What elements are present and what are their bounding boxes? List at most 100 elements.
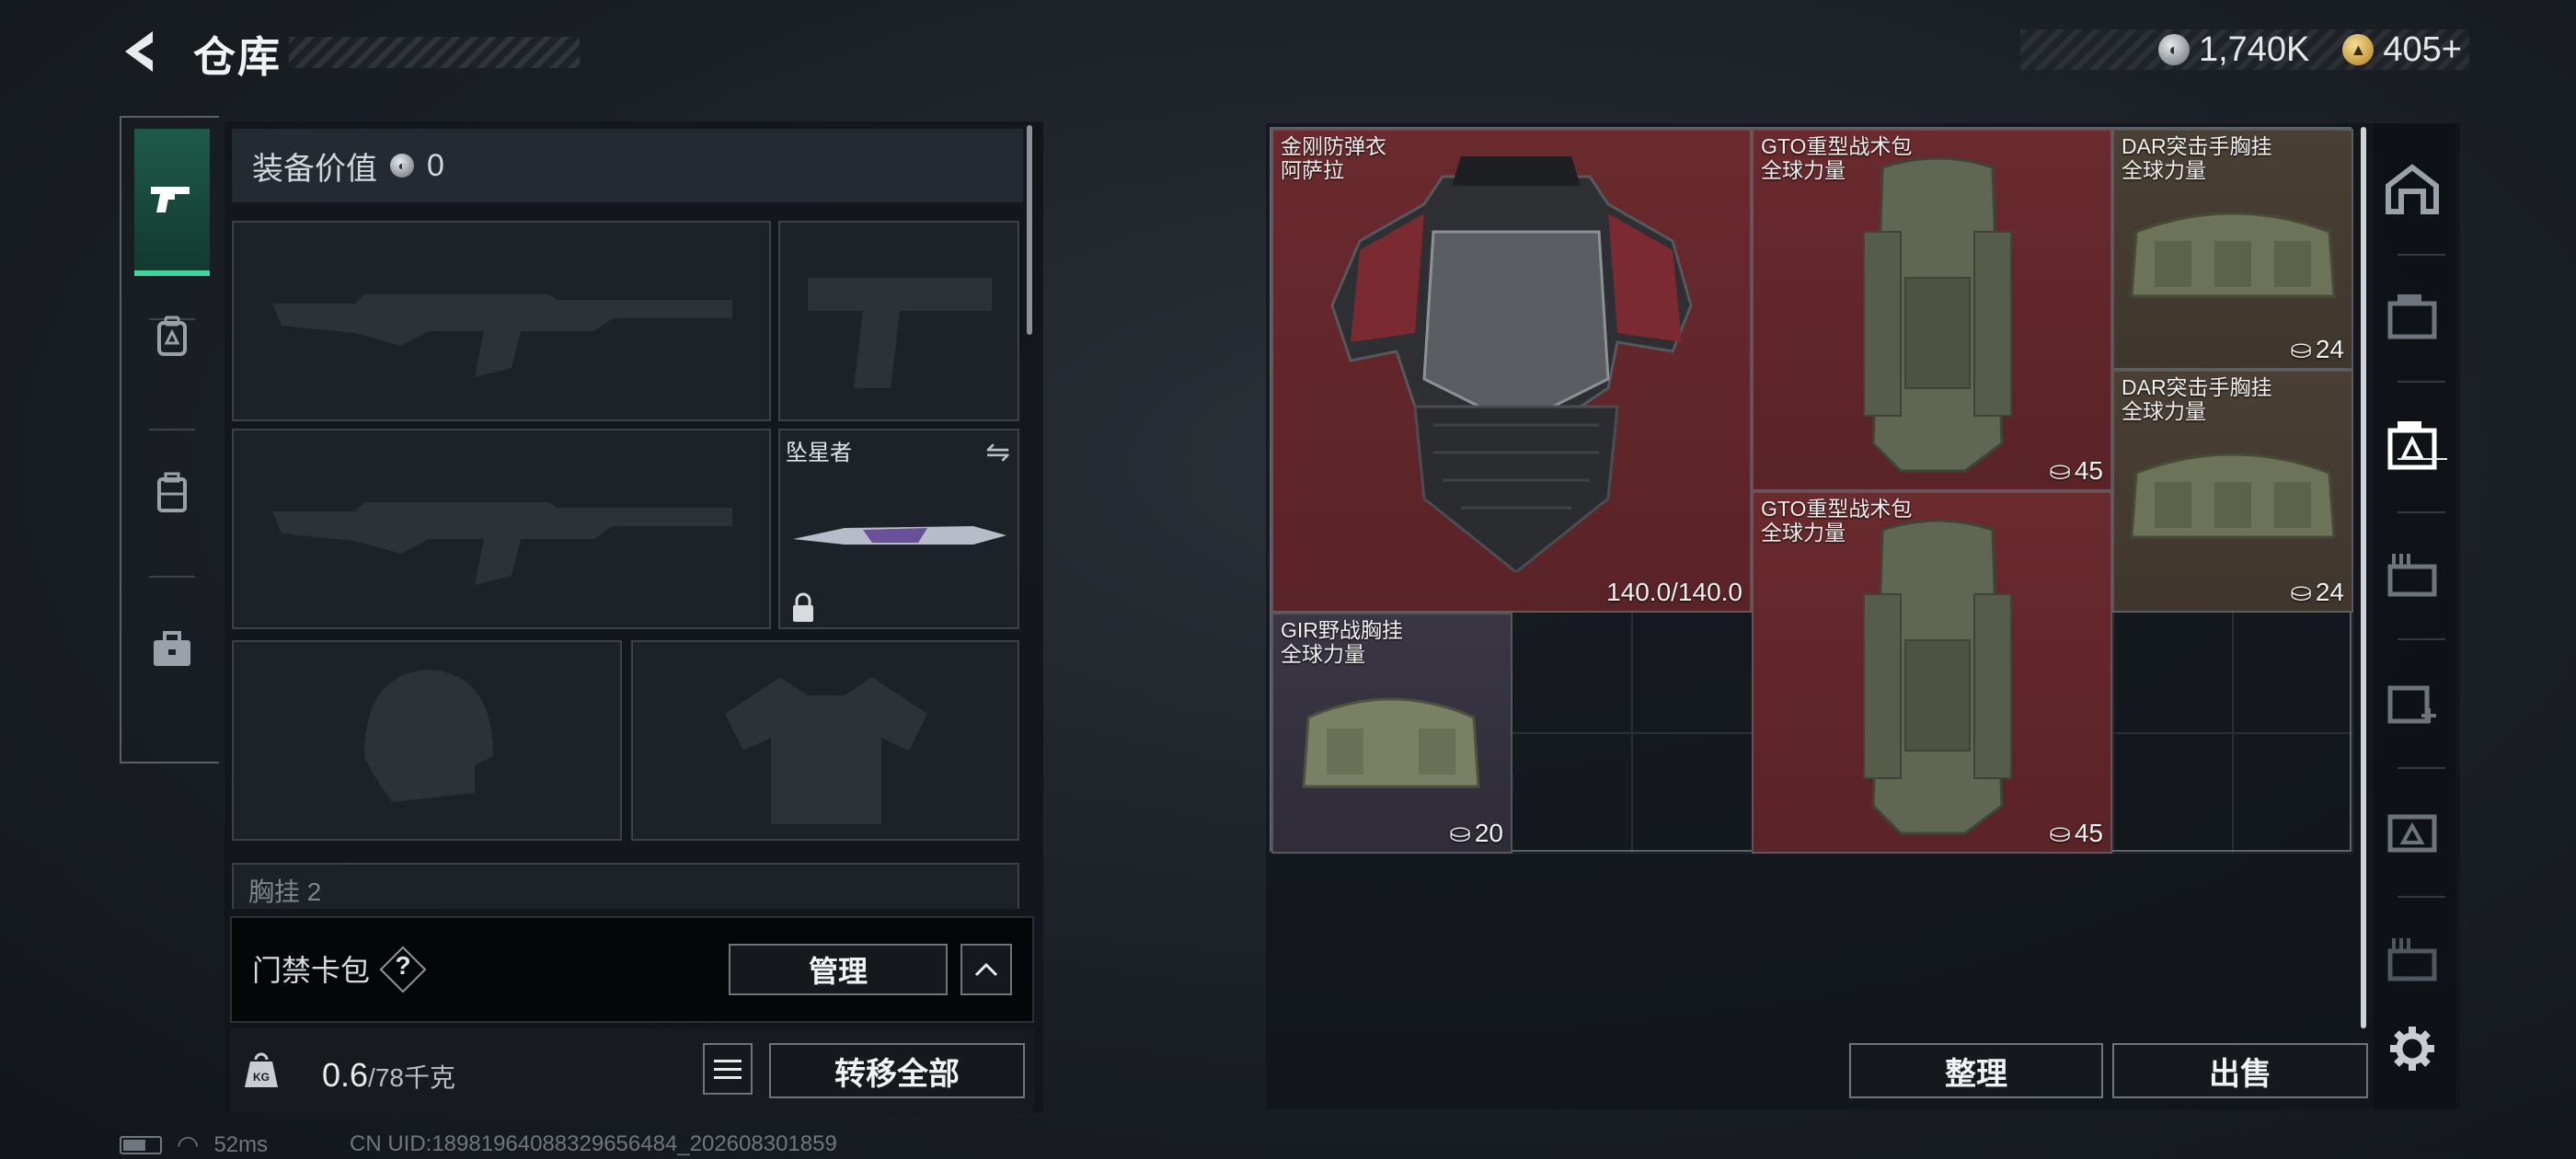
weight-value: 0.6/78千克: [322, 1056, 455, 1095]
item-name: 金刚防弹衣: [1281, 134, 1386, 158]
currency-bar: ◐ 1,740K ▲ 405+: [2020, 29, 2469, 70]
ping-value: 52ms: [213, 1131, 269, 1157]
chest-rig-slot-header[interactable]: [232, 863, 1019, 909]
grid-cell: [1512, 732, 1632, 854]
active-category-marker: [2398, 458, 2447, 460]
case-icon: [157, 472, 187, 512]
medical-storage-icon[interactable]: [2383, 671, 2442, 730]
capacity-value: 20: [1474, 818, 1503, 847]
item-brand: 全球力量: [2122, 399, 2206, 423]
equip-value: 0: [427, 147, 444, 183]
equipment-storage-icon[interactable]: [2383, 416, 2442, 475]
manage-button[interactable]: 管理: [729, 944, 948, 995]
access-card-label: 门禁卡包: [252, 954, 371, 987]
capacity-icon: ⛀: [1449, 819, 1471, 847]
rifle-silhouette-icon: [272, 294, 732, 377]
back-arrow-icon[interactable]: [116, 28, 164, 75]
collapse-button[interactable]: [960, 944, 1012, 995]
primary-weapon-slot-2[interactable]: [232, 429, 771, 629]
stash-item-field-rig[interactable]: GIR野战胸挂 全球力量 ⛀ 20: [1271, 613, 1512, 854]
lock-icon: [793, 592, 813, 622]
grid-cell: [1632, 732, 1753, 854]
stash-item-chest-rig-2[interactable]: DAR突击手胸挂 全球力量 ⛀ 24: [2112, 370, 2353, 613]
rifle-silhouette-icon: [272, 502, 732, 585]
stash-item-tactical-pack-1[interactable]: GTO重型战术包 全球力量 ⛀ 45: [1752, 129, 2112, 491]
item-brand: 全球力量: [1761, 158, 1846, 182]
pistol-silhouette-icon: [808, 278, 992, 388]
transfer-all-button[interactable]: 转移全部: [769, 1043, 1025, 1098]
item-name: GIR野战胸挂: [1281, 618, 1403, 642]
armor-slot[interactable]: [631, 640, 1019, 841]
body-armor-art: [1330, 156, 1693, 572]
misc-storage-icon[interactable]: [2383, 929, 2442, 988]
pistol-slot[interactable]: [778, 221, 1019, 421]
item-brand: 全球力量: [1761, 521, 1846, 545]
gold-coin-icon: ▲: [2342, 34, 2375, 65]
item-brand: 全球力量: [2122, 158, 2206, 182]
user-uid: CN UID:18981964088329656484_202608301859: [350, 1131, 837, 1156]
stash-item-chest-rig-1[interactable]: DAR突击手胸挂 全球力量 ⛀ 24: [2112, 129, 2353, 370]
capacity-icon: ⛀: [2049, 819, 2071, 847]
stash-item-tactical-pack-2[interactable]: GTO重型战术包 全球力量 ⛀ 45: [1752, 491, 2112, 854]
item-name: DAR突击手胸挂: [2122, 375, 2272, 399]
tab-case[interactable]: [134, 438, 210, 548]
grid-cell: [2112, 732, 2234, 854]
field-rig-art: [1302, 697, 1480, 788]
capacity-value: 45: [2074, 818, 2103, 847]
stash-scrollbar[interactable]: [2361, 127, 2366, 1028]
chest-rig-art: [2130, 212, 2336, 298]
sort-button[interactable]: 整理: [1849, 1043, 2103, 1098]
pistol-icon: [151, 187, 190, 212]
primary-weapon-slot-1[interactable]: [232, 221, 771, 421]
capacity-value: 24: [2315, 334, 2344, 363]
stash-item-body-armor[interactable]: 金刚防弹衣 阿萨拉 140.0/140.0: [1271, 129, 1752, 613]
status-bar: ◠ 52ms: [120, 1130, 268, 1159]
gear-storage-icon[interactable]: [2383, 800, 2442, 859]
armor-silhouette-icon: [725, 677, 927, 824]
svg-text:KG: KG: [253, 1071, 270, 1084]
tab-briefcase[interactable]: [134, 594, 210, 705]
item-brand: 全球力量: [1281, 642, 1365, 666]
weight-kg-icon: KG: [245, 1052, 278, 1087]
help-icon-glyph: ?: [395, 951, 411, 980]
weapon-storage-icon[interactable]: [2383, 287, 2442, 346]
weight-current: 0.6: [322, 1056, 369, 1094]
capacity-value: 45: [2074, 455, 2103, 485]
list-view-button[interactable]: [703, 1043, 753, 1095]
all-storage-icon[interactable]: [2383, 160, 2442, 219]
ammo-storage-icon[interactable]: [2383, 545, 2442, 603]
loadout-tabs: [120, 116, 219, 763]
item-name: GTO重型战术包: [1761, 497, 1913, 521]
chevron-up-icon: [974, 962, 998, 977]
swap-icon[interactable]: ⇋: [985, 434, 1010, 469]
backpack-art: [1863, 156, 2012, 473]
item-brand: 阿萨拉: [1281, 158, 1344, 182]
loadout-scrollbar[interactable]: [1027, 125, 1032, 335]
stash-grid: 金刚防弹衣 阿萨拉 140.0/140.0 GTO重型战术包 全球力量 ⛀ 45…: [1270, 127, 2353, 854]
capacity-icon: ⛀: [2049, 456, 2071, 485]
knife-art: [793, 526, 1006, 545]
equip-value-label: 装备价值: [252, 151, 377, 187]
chest-rig-art: [2130, 453, 2336, 539]
silver-currency-value: 1,740K: [2198, 29, 2310, 69]
backpack-icon: [157, 316, 187, 356]
chest-rig-label: 胸挂 2: [248, 878, 322, 906]
settings-gear-icon[interactable]: [2383, 1019, 2442, 1078]
weight-max: /78千克: [368, 1063, 455, 1092]
capacity-icon: ⛀: [2290, 335, 2312, 363]
item-name: GTO重型战术包: [1761, 134, 1913, 158]
title-decoration: [289, 37, 580, 68]
grid-cell: [1632, 612, 1753, 733]
tab-backpack[interactable]: [134, 281, 210, 392]
equip-value-row: 装备价值 ◐ 0: [232, 129, 1023, 202]
melee-slot[interactable]: 坠星者 ⇋: [778, 429, 1019, 629]
briefcase-icon: [154, 631, 190, 666]
wifi-icon: ◠: [177, 1130, 200, 1159]
silver-coin-icon: ◐: [2157, 34, 2190, 65]
helmet-slot[interactable]: [232, 640, 622, 841]
tab-weapons[interactable]: [134, 129, 210, 276]
sell-button[interactable]: 出售: [2112, 1043, 2368, 1098]
durability-value: 140.0/140.0: [1606, 578, 1742, 606]
gold-currency-value[interactable]: 405+: [2383, 30, 2462, 70]
battery-icon: [120, 1135, 162, 1154]
